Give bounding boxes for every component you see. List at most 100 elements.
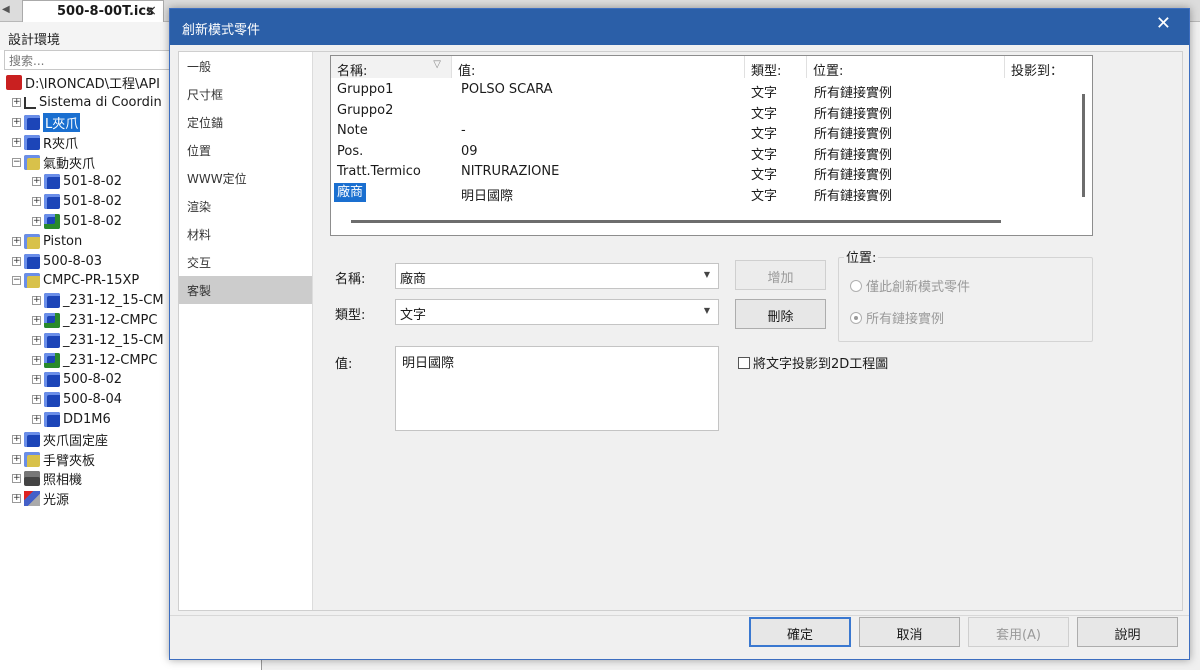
part-lock-icon xyxy=(44,352,60,368)
document-tab[interactable]: 500-8-00T.ics × xyxy=(22,0,164,22)
tree-node-label: CMPC-PR-15XP xyxy=(43,273,140,289)
expand-icon[interactable]: + xyxy=(12,117,21,127)
nav-item[interactable]: 材料 xyxy=(179,220,312,248)
nav-item[interactable]: 渲染 xyxy=(179,192,312,220)
location-groupbox xyxy=(838,257,1093,342)
expand-icon[interactable]: + xyxy=(32,335,41,345)
expand-icon[interactable]: + xyxy=(32,296,41,306)
table-cell-value: 09 xyxy=(461,143,478,159)
horizontal-scrollbar[interactable] xyxy=(351,220,1001,223)
tree-node-label: 500-8-02 xyxy=(63,372,123,388)
table-row[interactable]: Gruppo1 POLSO SCARA 文字 所有鏈接實例 xyxy=(331,80,1076,101)
table-cell-name: Gruppo1 xyxy=(337,82,394,97)
tree-node-label: 照相機 xyxy=(43,473,83,489)
column-header-project-to[interactable]: 投影到： xyxy=(1005,56,1072,79)
table-cell-name: Tratt.Termico xyxy=(337,164,421,179)
table-cell-loc: 所有鏈接實例 xyxy=(814,147,893,163)
close-icon[interactable]: ✕ xyxy=(1156,13,1171,34)
column-header-value[interactable]: 值: xyxy=(452,56,745,79)
part-icon xyxy=(44,392,60,408)
table-row[interactable]: Pos. 09 文字 所有鏈接實例 xyxy=(331,142,1076,163)
expand-icon[interactable]: + xyxy=(32,177,41,187)
table-cell-type: 文字 xyxy=(751,188,778,204)
apply-button[interactable]: 套用(A) xyxy=(968,617,1069,647)
expand-icon[interactable]: + xyxy=(12,98,21,108)
table-row[interactable]: Note - 文字 所有鏈接實例 xyxy=(331,121,1076,142)
cancel-button[interactable]: 取消 xyxy=(859,617,960,647)
expand-icon[interactable]: + xyxy=(32,197,41,207)
expand-icon[interactable]: + xyxy=(12,434,21,444)
expand-icon[interactable]: + xyxy=(12,236,21,246)
radio-all-linked-instances[interactable]: 所有鏈接實例 xyxy=(850,308,944,327)
tab-scroll-left-icon[interactable]: ◀ xyxy=(2,4,10,15)
help-button[interactable]: 說明 xyxy=(1077,617,1178,647)
app-window: ◀ 500-8-00T.ics × 設計環境 搜索... D:\IRONCAD\… xyxy=(0,0,1200,670)
part-icon xyxy=(24,114,40,130)
expand-icon[interactable]: + xyxy=(32,414,41,424)
tree-node-label: 氣動夾爪 xyxy=(43,156,96,172)
ok-button[interactable]: 確定 xyxy=(749,617,851,647)
expand-icon[interactable]: + xyxy=(32,395,41,405)
expand-icon[interactable]: + xyxy=(32,375,41,385)
value-textarea[interactable]: 明日國際 xyxy=(395,346,719,431)
type-combobox[interactable]: 文字 ▼ xyxy=(395,299,719,325)
tree-node-label: 501-8-02 xyxy=(63,174,123,190)
add-button[interactable]: 增加 xyxy=(735,260,826,290)
close-tab-icon[interactable]: × xyxy=(145,3,157,19)
name-label: 名稱: xyxy=(335,272,366,287)
location-group-title: 位置: xyxy=(844,247,879,266)
table-row[interactable]: Gruppo2 文字 所有鏈接實例 xyxy=(331,101,1076,122)
part-icon xyxy=(24,253,40,269)
expand-icon[interactable]: + xyxy=(32,355,41,365)
footer-divider xyxy=(170,615,1189,616)
table-cell-name: Pos. xyxy=(337,143,364,159)
delete-button[interactable]: 刪除 xyxy=(735,299,826,329)
tree-node-label: _231-12_15-CM xyxy=(63,293,164,309)
table-row[interactable]: Tratt.Termico NITRURAZIONE 文字 所有鏈接實例 xyxy=(331,162,1076,183)
nav-item[interactable]: 一般 xyxy=(179,52,312,80)
assembly-icon xyxy=(24,233,40,249)
expand-icon[interactable]: + xyxy=(32,315,41,325)
nav-item[interactable]: 尺寸框 xyxy=(179,80,312,108)
dialog-titlebar[interactable]: 創新模式零件 ✕ xyxy=(170,9,1189,45)
expand-icon[interactable]: + xyxy=(32,216,41,226)
name-combobox-value: 廠商 xyxy=(400,272,427,287)
type-label: 類型: xyxy=(335,308,366,323)
column-header-name[interactable]: 名稱: ▽ xyxy=(331,56,452,79)
dialog-body: 一般 尺寸框 定位錨 位置 WWW定位 渲染 材料 交互 客製 名稱: ▽ 值: 類型: 位置:… xyxy=(178,51,1183,611)
nav-item[interactable]: WWW定位 xyxy=(179,164,312,192)
camera-icon xyxy=(24,471,40,487)
part-lock-icon xyxy=(44,312,60,328)
part-icon xyxy=(44,293,60,309)
part-icon xyxy=(44,332,60,348)
table-cell-name: Note xyxy=(337,123,368,138)
nav-item[interactable]: 位置 xyxy=(179,136,312,164)
table-cell-loc: 所有鏈接實例 xyxy=(814,86,893,101)
table-row[interactable]: 廠商 明日國際 文字 所有鏈接實例 xyxy=(331,182,1076,204)
table-cell-loc: 所有鏈接實例 xyxy=(814,188,893,204)
part-icon xyxy=(24,431,40,447)
tree-node-label: 501-8-02 xyxy=(63,194,123,210)
tree-node-label: 夾爪固定座 xyxy=(43,433,109,449)
column-header-location[interactable]: 位置: xyxy=(807,56,1005,79)
tree-node-label: 501-8-02 xyxy=(63,213,123,229)
nav-item[interactable]: 交互 xyxy=(179,248,312,276)
value-label: 值: xyxy=(335,357,353,372)
name-combobox[interactable]: 廠商 ▼ xyxy=(395,263,719,289)
collapse-icon[interactable]: − xyxy=(12,157,21,167)
expand-icon[interactable]: + xyxy=(12,494,21,504)
tree-node-label: 手臂夾板 xyxy=(43,453,96,469)
vertical-scrollbar[interactable] xyxy=(1082,94,1085,197)
column-header-type[interactable]: 類型: xyxy=(745,56,807,79)
nav-item[interactable]: 定位錨 xyxy=(179,108,312,136)
radio-this-part-only[interactable]: 僅此創新模式零件 xyxy=(850,276,970,295)
tree-node-label: _231-12-CMPC xyxy=(63,352,158,368)
collapse-icon[interactable]: − xyxy=(12,276,21,286)
expand-icon[interactable]: + xyxy=(12,256,21,266)
expand-icon[interactable]: + xyxy=(12,137,21,147)
part-lock-icon xyxy=(44,213,60,229)
expand-icon[interactable]: + xyxy=(12,474,21,484)
expand-icon[interactable]: + xyxy=(12,454,21,464)
nav-item[interactable]: 客製 xyxy=(179,276,312,304)
project-to-2d-checkbox[interactable]: 將文字投影到2D工程圖 xyxy=(738,353,888,372)
